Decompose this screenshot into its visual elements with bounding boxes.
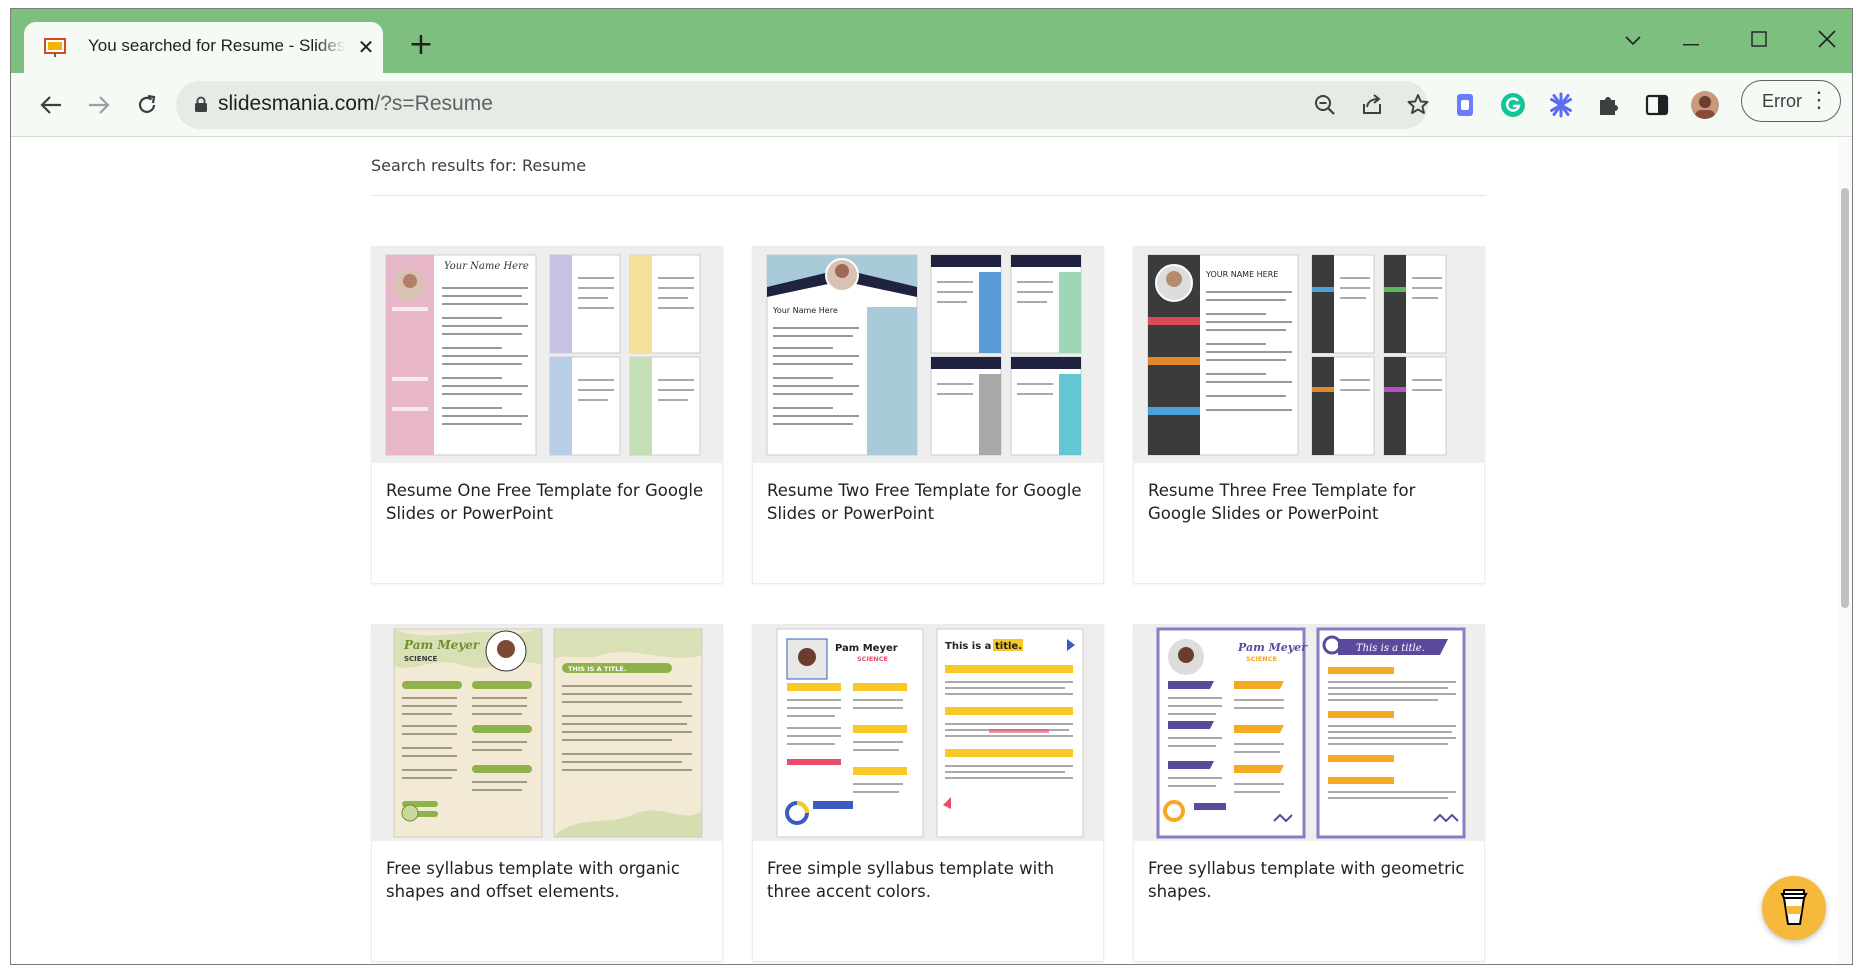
syllabus-geometric-title: This is a title. [1356, 643, 1425, 654]
page-scrollbar[interactable] [1838, 138, 1852, 965]
browser-window: You searched for Resume - SlidesMania ✕ … [10, 8, 1853, 965]
tab-title: You searched for Resume - SlidesMania [88, 36, 346, 56]
forward-button[interactable] [81, 87, 117, 123]
resume-name-script: Your Name Here [444, 261, 529, 272]
scrollbar-thumb[interactable] [1841, 188, 1849, 608]
page-content: Search results for: Resume Your Name Her… [11, 138, 1852, 965]
profile-error-button[interactable]: Error ⋮ [1741, 80, 1841, 122]
syllabus-organic-title: THIS IS A TITLE. [568, 665, 626, 673]
slides-favicon-icon [44, 38, 66, 58]
results-divider [371, 195, 1486, 196]
syllabus-geometric-thumbnail[interactable]: Pam Meyer SCIENCE This is a title. [1134, 625, 1484, 841]
tab-search-chevron-down-icon[interactable] [1613, 23, 1653, 55]
back-button[interactable] [33, 87, 69, 123]
syllabus-accent-title-prefix: This is a [945, 641, 991, 652]
zoom-out-icon[interactable] [1311, 91, 1339, 119]
syllabus-geometric-name: Pam Meyer [1237, 641, 1308, 654]
url-path: /?s=Resume [374, 92, 492, 115]
syllabus-accent-subject: SCIENCE [857, 655, 888, 663]
url-text[interactable]: slidesmania.com/?s=Resume [218, 92, 493, 116]
result-card[interactable]: Pam Meyer SCIENCE This is a title. [752, 624, 1104, 962]
result-card[interactable]: Your Name Here Resume One Free Template … [371, 246, 723, 584]
result-card[interactable]: Pam Meyer SCIENCE This is a title. Free … [1133, 624, 1485, 962]
card-title[interactable]: Resume Three Free Template for Google Sl… [1134, 463, 1484, 583]
resume-name-plain: Your Name Here [772, 306, 838, 315]
card-title[interactable]: Free simple syllabus template with three… [753, 841, 1103, 961]
asterisk-extension-icon[interactable] [1547, 91, 1575, 119]
syllabus-name: Pam Meyer [403, 638, 481, 652]
profile-error-label: Error [1762, 91, 1802, 111]
reload-button[interactable] [129, 87, 165, 123]
card-title[interactable]: Free syllabus template with geometric sh… [1134, 841, 1484, 961]
card-title[interactable]: Resume Two Free Template for Google Slid… [753, 463, 1103, 583]
bookmark-star-icon[interactable] [1404, 91, 1432, 119]
result-card[interactable]: Your Name Here Resume Two Free Template … [752, 246, 1104, 584]
syllabus-accent-name: Pam Meyer [835, 643, 898, 654]
minimize-button[interactable] [1671, 23, 1711, 55]
resume-name-caps: YOUR NAME HERE [1205, 270, 1278, 279]
address-bar[interactable]: slidesmania.com/?s=Resume [176, 81, 1428, 129]
search-results-label: Search results for: Resume [371, 156, 586, 175]
resume-three-thumbnail[interactable]: YOUR NAME HERE [1134, 247, 1484, 463]
result-card[interactable]: Pam Meyer SCIENCE THIS IS A TITLE. Free … [371, 624, 723, 962]
extensions-puzzle-icon[interactable] [1595, 91, 1623, 119]
profile-avatar[interactable] [1691, 91, 1719, 119]
result-card[interactable]: YOUR NAME HERE Resume Three Free Templat… [1133, 246, 1485, 584]
buy-me-a-coffee-button[interactable] [1762, 876, 1826, 940]
resume-two-thumbnail[interactable]: Your Name Here [753, 247, 1103, 463]
active-tab[interactable]: You searched for Resume - SlidesMania ✕ [24, 22, 383, 73]
coffee-cup-icon [1762, 876, 1826, 940]
new-tab-button[interactable]: + [404, 29, 438, 63]
syllabus-geometric-subject: SCIENCE [1246, 655, 1277, 663]
tab-close-icon[interactable]: ✕ [354, 35, 378, 59]
syllabus-accent-title-word: title. [995, 641, 1022, 652]
grammarly-icon[interactable] [1499, 91, 1527, 119]
syllabus-accent-thumbnail[interactable]: Pam Meyer SCIENCE This is a title. [753, 625, 1103, 841]
browser-menu-icon[interactable]: ⋮ [1808, 81, 1830, 119]
resume-one-thumbnail[interactable]: Your Name Here [372, 247, 722, 463]
card-title[interactable]: Resume One Free Template for Google Slid… [372, 463, 722, 583]
url-host: slidesmania.com [218, 92, 374, 115]
docs-extension-icon[interactable] [1451, 91, 1479, 119]
share-icon[interactable] [1358, 91, 1386, 119]
syllabus-subject: SCIENCE [404, 655, 438, 663]
lock-icon[interactable] [194, 96, 208, 113]
maximize-button[interactable] [1739, 23, 1779, 55]
close-window-button[interactable] [1807, 23, 1847, 55]
browser-toolbar: slidesmania.com/?s=Resume [11, 73, 1852, 137]
title-bar: You searched for Resume - SlidesMania ✕ … [11, 9, 1852, 73]
card-title[interactable]: Free syllabus template with organic shap… [372, 841, 722, 961]
side-panel-icon[interactable] [1643, 91, 1671, 119]
syllabus-organic-thumbnail[interactable]: Pam Meyer SCIENCE THIS IS A TITLE. [372, 625, 722, 841]
